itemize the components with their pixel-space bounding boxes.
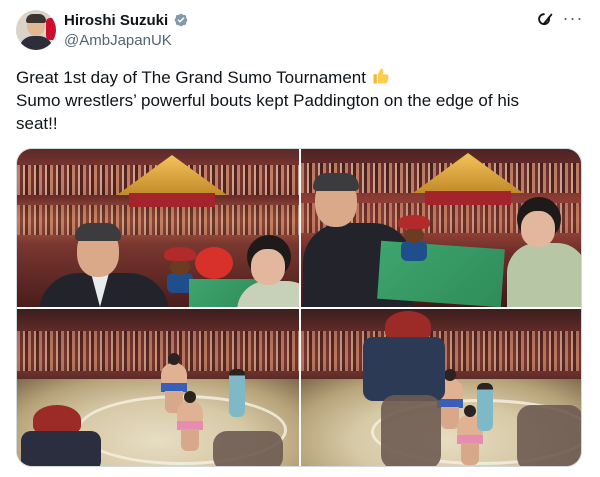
thumbs-up-icon <box>371 66 391 86</box>
grok-icon[interactable] <box>536 10 556 30</box>
more-icon[interactable]: ··· <box>562 9 584 31</box>
photo-sumo-bout-1[interactable] <box>17 309 299 466</box>
tweet-line-1: Great 1st day of The Grand Sumo Tourname… <box>16 68 366 87</box>
author-display-name[interactable]: Hiroshi Suzuki <box>64 12 168 29</box>
author-handle[interactable]: @AmbJapanUK <box>64 32 172 49</box>
tweet-line-2: Sumo wrestlers’ powerful bouts kept Padd… <box>16 91 520 110</box>
photo-ambassador-with-paddington-1[interactable] <box>17 149 299 307</box>
author-name-row: Hiroshi Suzuki <box>64 11 190 29</box>
photo-ambassador-with-paddington-2[interactable] <box>301 149 581 307</box>
avatar[interactable] <box>16 10 56 50</box>
tweet-text: Great 1st day of The Grand Sumo Tourname… <box>16 66 576 135</box>
photo-sumo-bout-2[interactable] <box>301 309 581 466</box>
verified-badge-icon[interactable] <box>172 11 190 29</box>
media-grid <box>16 148 582 467</box>
tweet-line-3: seat!! <box>16 114 58 133</box>
